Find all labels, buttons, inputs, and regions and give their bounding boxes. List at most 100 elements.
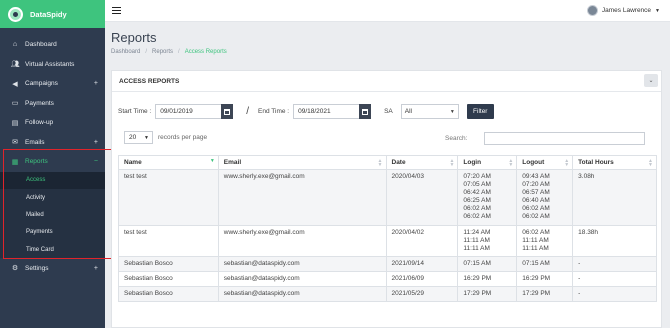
sidebar-item-follow-up[interactable]: ▤ Follow-up	[0, 113, 105, 133]
cell-name-value: Sebastian Bosco	[124, 290, 173, 298]
report-icon: ▦	[11, 158, 19, 166]
column-header-logout[interactable]: Logout ▲ ▼	[516, 155, 574, 170]
cell-logout: 17:29 PM	[516, 286, 574, 303]
sidebar: DataSpidy ⌂ Dashboard 👥︎ Virtual Assista…	[0, 0, 105, 328]
table-row[interactable]: test test www.sherly.exe@gmail.com 2020/04…	[118, 224, 657, 257]
cell-login-value: 17:29 PM	[463, 290, 492, 298]
start-date-input[interactable]: 09/01/2019	[155, 104, 222, 119]
table-body: test test www.sherly.exe@gmail.com 2020/04…	[118, 169, 657, 303]
cell-logout-value: 06:40 AM	[522, 197, 550, 205]
submenu-item-access[interactable]: Access	[0, 171, 105, 189]
cell-logout-value: 17:29 PM	[522, 290, 551, 298]
search-label: Search:	[445, 135, 468, 142]
card-header: ACCESS REPORTS	[112, 71, 661, 92]
sidebar-item-settings[interactable]: ⚙ Settings +	[0, 258, 105, 278]
calendar-icon[interactable]	[221, 104, 234, 119]
cell-email: sebastian@dataspidy.com	[217, 286, 387, 303]
cell-logout-value: 06:02 AM	[522, 205, 550, 213]
search: Search:	[445, 132, 646, 145]
calendar-icon[interactable]	[359, 104, 372, 119]
cell-login-value: 06:42 AM	[463, 189, 491, 197]
per-page-label: records per page	[158, 134, 208, 141]
chevron-down-icon: ▼	[144, 134, 149, 141]
cell-email: www.sherly.exe@gmail.com	[217, 169, 387, 226]
cell-total-hours-value: 3.08h	[578, 173, 595, 180]
megaphone-icon: ◀	[12, 80, 18, 88]
end-date-input[interactable]: 09/18/2021	[293, 104, 360, 119]
cell-name: Sebastian Bosco	[118, 286, 219, 303]
search-input[interactable]	[484, 132, 646, 145]
cell-logout: 07:15 AM	[516, 255, 574, 272]
cell-total-hours-value: -	[578, 274, 581, 282]
column-header-total-hours[interactable]: Total Hours ▲ ▼	[572, 155, 657, 170]
table-row[interactable]: Sebastian Bosco sebastian@dataspidy.com 20…	[118, 255, 657, 272]
sidebar-item-label: Dashboard	[25, 41, 57, 49]
users-icon: 👥︎	[10, 61, 20, 69]
cell-email-value: www.sherly.exe@gmail.com	[223, 228, 305, 236]
table-row[interactable]: Sebastian Bosco sebastian@dataspidy.com 20…	[118, 270, 657, 288]
sa-label: SA	[384, 108, 393, 115]
column-header-login[interactable]: Login ▲ ▼	[457, 155, 518, 170]
page-length-select[interactable]: 20 ▼	[124, 131, 153, 144]
access-reports-table: Name ▼ Email ▲ ▼ Date ▲ ▼ Login ▲ ▼ Logout ▲ ▼ To…	[118, 155, 657, 303]
column-header-date[interactable]: Date ▲ ▼	[385, 155, 459, 170]
cell-date: 2021/05/29	[385, 286, 459, 303]
cell-logout: 06:02 AM 11:11 AM 11:11 AM	[516, 224, 574, 257]
column-header-name[interactable]: Name ▼	[118, 155, 219, 170]
collapse-button[interactable]: ⌄	[644, 74, 658, 87]
breadcrumb-dashboard[interactable]: Dashboard	[111, 49, 140, 55]
sidebar-item-label: Settings	[25, 264, 49, 272]
sidebar-item-payments[interactable]: ▭ Payments	[0, 94, 105, 114]
caret-down-icon: ▼	[655, 7, 660, 14]
cell-logout-value: 07:15 AM	[522, 259, 550, 267]
breadcrumb-reports[interactable]: Reports	[152, 49, 173, 55]
sidebar-item-label: Reports	[25, 158, 48, 166]
menu-toggle-icon[interactable]	[112, 7, 121, 14]
submenu-item-payments[interactable]: Payments	[0, 224, 105, 241]
submenu-item-mailed[interactable]: Mailed	[0, 206, 105, 223]
column-header-email[interactable]: Email ▲ ▼	[217, 155, 387, 170]
cell-name-value: test test	[124, 173, 147, 180]
user-menu[interactable]: James Lawrence ▼	[586, 5, 660, 16]
sidebar-item-dashboard[interactable]: ⌂ Dashboard	[0, 35, 105, 55]
table-row[interactable]: test test www.sherly.exe@gmail.com 2020/04…	[118, 169, 657, 226]
chevron-down-icon: ⌄	[648, 78, 654, 84]
cell-date-value: 2020/04/03	[391, 173, 425, 180]
cell-date-value: 2021/05/29	[391, 290, 425, 298]
envelope-icon: ✉	[12, 139, 18, 147]
cell-login-value: 11:24 AM	[463, 228, 491, 236]
cell-name: test test	[118, 169, 219, 226]
start-time-label: Start Time :	[118, 108, 152, 115]
filter-button[interactable]: Filter	[466, 104, 494, 119]
brand[interactable]: DataSpidy	[0, 0, 105, 28]
chevron-down-icon: ▼	[449, 108, 455, 115]
collapse-icon: −	[93, 158, 98, 166]
sa-select[interactable]: All ▼	[400, 104, 459, 119]
breadcrumb: Dashboard / Reports / Access Reports	[111, 49, 227, 55]
cell-name: test test	[118, 224, 219, 257]
sidebar-item-emails[interactable]: ✉ Emails +	[0, 133, 105, 153]
sidebar-item-virtual-assistants[interactable]: 👥︎ Virtual Assistants	[0, 55, 105, 75]
cell-total-hours-value: 18.38h	[578, 228, 599, 236]
user-name: James Lawrence	[601, 7, 652, 14]
cell-date: 2020/04/02	[385, 224, 459, 257]
sidebar-item-reports[interactable]: ▦ Reports −	[0, 152, 105, 172]
cell-login-value: 07:15 AM	[463, 259, 491, 267]
table-row[interactable]: Sebastian Bosco sebastian@dataspidy.com 20…	[118, 286, 657, 303]
topbar: James Lawrence ▼	[105, 0, 670, 22]
sidebar-nav: ⌂ Dashboard 👥︎ Virtual Assistants ◀ Camp…	[0, 28, 105, 278]
sort-desc-icon: ▼	[209, 158, 215, 164]
cell-email-value: www.sherly.exe@gmail.com	[223, 173, 305, 180]
cell-email: www.sherly.exe@gmail.com	[217, 224, 387, 257]
page-length-value: 20	[129, 134, 137, 141]
cell-email-value: sebastian@dataspidy.com	[223, 274, 300, 282]
expand-icon: +	[93, 264, 98, 272]
breadcrumb-separator: /	[145, 49, 148, 55]
breadcrumb-current: Access Reports	[184, 49, 227, 55]
submenu-item-activity[interactable]: Activity	[0, 189, 105, 206]
sidebar-item-label: Virtual Assistants	[25, 60, 75, 68]
sidebar-item-campaigns[interactable]: ◀ Campaigns +	[0, 74, 105, 94]
submenu-item-time-card[interactable]: Time Card	[0, 241, 105, 258]
sort-icon: ▲ ▼	[377, 158, 383, 168]
cell-logout-value: 09:43 AM	[522, 173, 550, 180]
